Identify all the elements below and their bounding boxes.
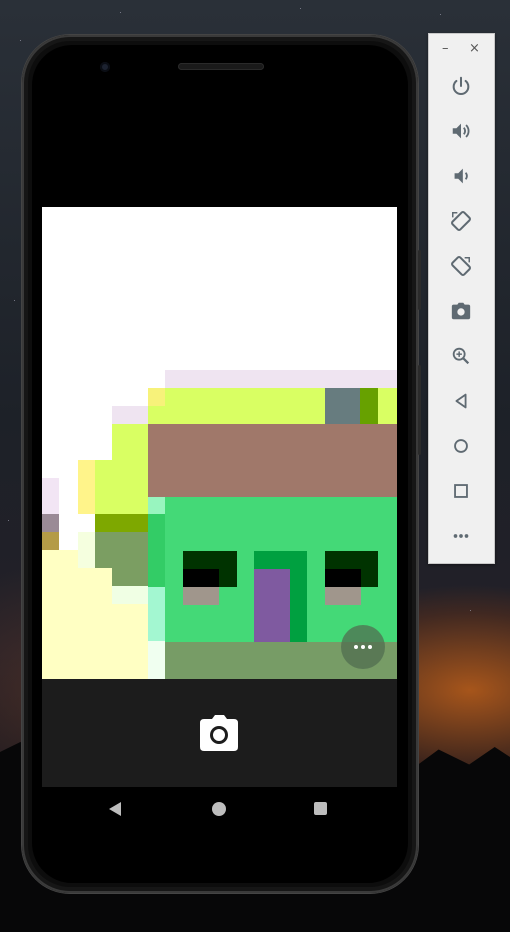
nav-recents-button[interactable] — [314, 802, 327, 815]
rotate-left-button[interactable] — [447, 207, 475, 235]
side-button — [418, 365, 421, 455]
screenshot-button[interactable] — [447, 297, 475, 325]
door — [254, 569, 290, 642]
volume-down-icon — [454, 168, 468, 184]
more-icon — [453, 534, 469, 538]
camera-control-bar — [42, 679, 397, 787]
volume-down-button[interactable] — [447, 162, 475, 190]
roof — [148, 424, 397, 497]
volume-rocker — [418, 250, 421, 310]
front-camera — [100, 62, 110, 72]
power-button[interactable] — [447, 72, 475, 100]
emulator-toolbar: – × — [428, 33, 495, 564]
nav-home-button[interactable] — [212, 802, 226, 816]
rotate-right-button[interactable] — [447, 252, 475, 280]
camera-viewfinder[interactable] — [42, 207, 397, 679]
zoom-button[interactable] — [447, 342, 475, 370]
volume-up-button[interactable] — [447, 117, 475, 145]
minimize-button[interactable]: – — [442, 41, 449, 57]
close-button[interactable]: × — [469, 41, 480, 57]
shutter-button[interactable] — [200, 715, 238, 751]
back-icon — [455, 393, 467, 409]
volume-up-icon — [452, 123, 470, 139]
chimney — [325, 388, 360, 424]
overview-icon — [454, 484, 468, 498]
screenshot-icon — [451, 302, 471, 320]
home-button[interactable] — [447, 432, 475, 460]
nav-back-button[interactable] — [109, 802, 121, 816]
system-navigation-bar — [42, 787, 397, 833]
more-horizontal-icon — [353, 645, 374, 649]
rotate-right-icon — [451, 256, 471, 276]
rotate-left-icon — [451, 211, 471, 231]
zoom-icon — [452, 347, 470, 365]
earpiece-speaker — [178, 63, 264, 70]
power-icon — [452, 76, 470, 95]
camera-icon — [200, 715, 238, 751]
home-icon — [454, 439, 468, 453]
overview-button[interactable] — [447, 477, 475, 505]
camera-options-button[interactable] — [341, 625, 385, 669]
back-button[interactable] — [447, 387, 475, 415]
more-button[interactable] — [447, 522, 475, 550]
